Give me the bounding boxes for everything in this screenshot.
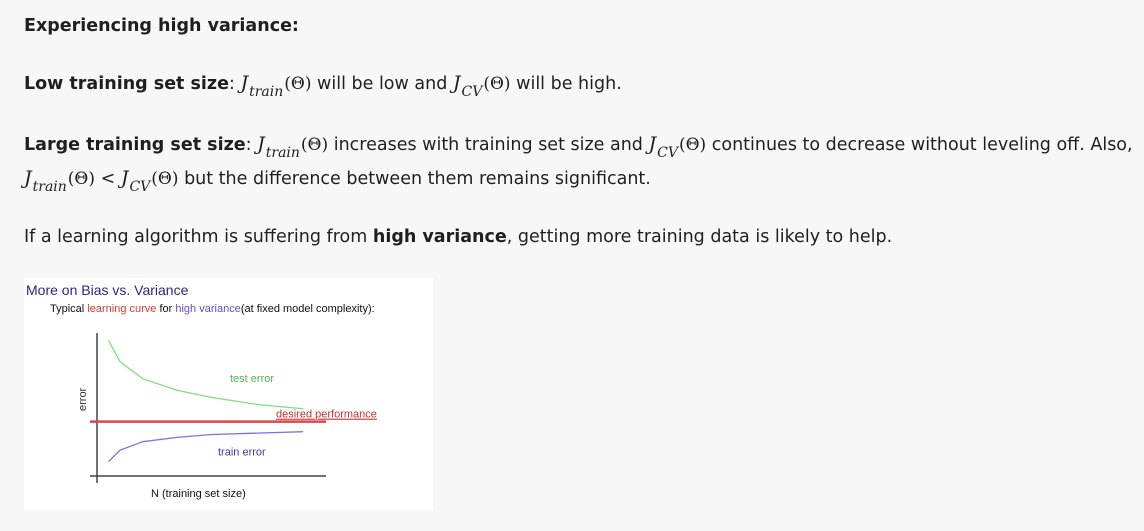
- conclusion-pre: If a learning algorithm is suffering fro…: [24, 227, 368, 247]
- j-cv-arg: (Θ): [678, 135, 707, 155]
- j-train-subscript: train: [265, 145, 300, 161]
- j-train-symbol: J: [24, 167, 32, 189]
- learning-curve-figure: More on Bias vs. Variance Typical learni…: [24, 278, 433, 510]
- train-error-label: train error: [218, 446, 266, 458]
- j-train-arg: (Θ): [67, 169, 95, 189]
- large-sep: :: [245, 135, 252, 155]
- low-end-text: will be high.: [516, 74, 622, 94]
- conclusion-bold: high variance: [372, 227, 507, 247]
- j-train-symbol: J: [240, 72, 249, 94]
- line2-end-text: but the difference between them remains …: [184, 169, 651, 189]
- large-label: Large training set size: [24, 135, 246, 155]
- j-train-arg: (Θ): [284, 74, 312, 94]
- large-training-size-line2: Jtrain(Θ) < JCV(Θ) but the difference be…: [24, 166, 651, 195]
- less-than-sign: <: [100, 169, 116, 189]
- conclusion-paragraph: If a learning algorithm is suffering fro…: [24, 225, 892, 249]
- j-cv-arg: (Θ): [151, 169, 179, 189]
- conclusion-post: , getting more training data is likely t…: [506, 227, 893, 247]
- j-train-symbol: J: [257, 133, 265, 155]
- train-error-curve: [107, 431, 304, 463]
- j-train-subscript: train: [249, 84, 284, 100]
- heading-text: Experiencing high variance:: [24, 16, 299, 36]
- j-train-arg: (Θ): [300, 135, 329, 155]
- j-cv-arg: (Θ): [483, 74, 511, 94]
- large-mid-text: increases with training set size and: [333, 135, 643, 155]
- j-train-subscript: train: [32, 179, 67, 195]
- learning-curve-chart: desired performance test error train error…: [77, 333, 377, 500]
- test-error-label: test error: [230, 373, 274, 385]
- x-axis-label: N (training set size): [151, 488, 246, 500]
- j-cv-symbol: J: [452, 72, 461, 94]
- y-axis-label: error: [77, 387, 89, 411]
- large-training-size-paragraph: Large training set size: Jtrain(Θ) incre…: [24, 132, 1133, 161]
- low-label: Low training set size: [24, 74, 229, 94]
- j-cv-subscript: CV: [461, 84, 483, 100]
- section-heading: Experiencing high variance:: [24, 14, 299, 38]
- j-cv-symbol: J: [648, 133, 657, 155]
- low-mid-text: will be low and: [317, 74, 448, 94]
- j-cv-subscript: CV: [657, 145, 678, 161]
- low-training-size-paragraph: Low training set size: Jtrain(Θ) will be…: [24, 71, 622, 100]
- desired-performance-label: desired performance: [276, 409, 377, 421]
- j-cv-symbol: J: [120, 167, 129, 189]
- large-end-text: continues to decrease without leveling o…: [711, 135, 1133, 155]
- low-sep: :: [228, 74, 235, 94]
- j-cv-subscript: CV: [129, 179, 151, 195]
